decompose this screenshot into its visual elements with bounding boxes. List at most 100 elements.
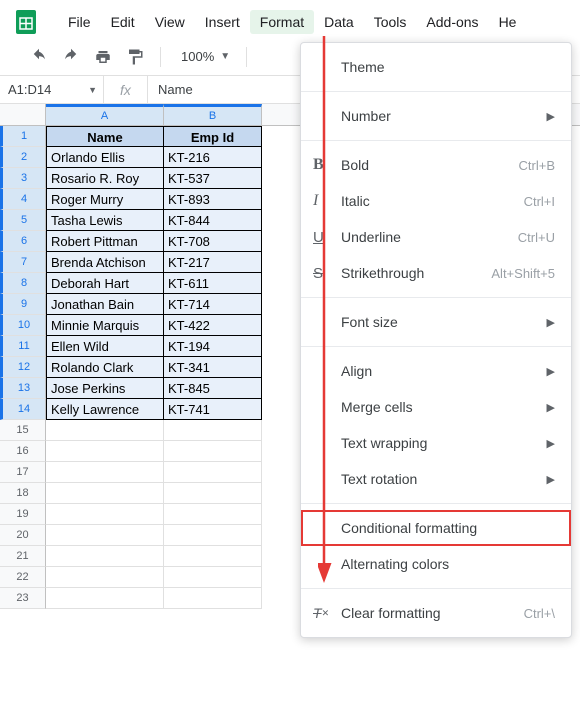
menu-edit[interactable]: Edit xyxy=(101,10,145,34)
row-header[interactable]: 6 xyxy=(0,231,46,252)
row-header[interactable]: 10 xyxy=(0,315,46,336)
row-header[interactable]: 13 xyxy=(0,378,46,399)
row-header[interactable]: 3 xyxy=(0,168,46,189)
redo-button[interactable] xyxy=(56,43,86,71)
cell[interactable] xyxy=(164,546,262,567)
cell[interactable]: KT-708 xyxy=(164,231,262,252)
cell[interactable]: Emp Id xyxy=(164,126,262,147)
row-header[interactable]: 21 xyxy=(0,546,46,567)
cell[interactable]: KT-845 xyxy=(164,378,262,399)
cell[interactable]: Robert Pittman xyxy=(46,231,164,252)
print-button[interactable] xyxy=(88,43,118,71)
name-box[interactable]: A1:D14 ▼ xyxy=(0,76,104,103)
cell[interactable]: Brenda Atchison xyxy=(46,252,164,273)
cell[interactable]: Roger Murry xyxy=(46,189,164,210)
cell[interactable]: KT-714 xyxy=(164,294,262,315)
cell[interactable]: KT-216 xyxy=(164,147,262,168)
cell[interactable]: Minnie Marquis xyxy=(46,315,164,336)
cell[interactable] xyxy=(164,525,262,546)
menu-format[interactable]: Format xyxy=(250,10,314,34)
paint-format-button[interactable] xyxy=(120,43,150,71)
column-header-A[interactable]: A xyxy=(46,104,164,125)
row-header[interactable]: 12 xyxy=(0,357,46,378)
undo-button[interactable] xyxy=(24,43,54,71)
cell[interactable] xyxy=(46,504,164,525)
cell[interactable] xyxy=(46,546,164,567)
menu-align[interactable]: Align ▶ xyxy=(301,353,571,389)
cell[interactable]: Rosario R. Roy xyxy=(46,168,164,189)
row-header[interactable]: 20 xyxy=(0,525,46,546)
cell[interactable]: Jonathan Bain xyxy=(46,294,164,315)
cell[interactable]: KT-844 xyxy=(164,210,262,231)
row-header[interactable]: 14 xyxy=(0,399,46,420)
row-header[interactable]: 11 xyxy=(0,336,46,357)
row-header[interactable]: 23 xyxy=(0,588,46,609)
cell[interactable] xyxy=(164,567,262,588)
cell[interactable]: KT-611 xyxy=(164,273,262,294)
cell[interactable] xyxy=(46,525,164,546)
column-header-B[interactable]: B xyxy=(164,104,262,125)
menu-data[interactable]: Data xyxy=(314,10,364,34)
cell[interactable] xyxy=(46,441,164,462)
menu-he[interactable]: He xyxy=(489,10,527,34)
row-header[interactable]: 9 xyxy=(0,294,46,315)
menu-theme[interactable]: Theme xyxy=(301,49,571,85)
cell[interactable] xyxy=(164,420,262,441)
cell[interactable] xyxy=(46,483,164,504)
menu-conditional-formatting[interactable]: Conditional formatting xyxy=(301,510,571,546)
row-header[interactable]: 18 xyxy=(0,483,46,504)
menu-bold[interactable]: B Bold Ctrl+B xyxy=(301,147,571,183)
menu-number[interactable]: Number ▶ xyxy=(301,98,571,134)
cell[interactable] xyxy=(164,483,262,504)
cell[interactable]: KT-741 xyxy=(164,399,262,420)
menu-tools[interactable]: Tools xyxy=(364,10,417,34)
cell[interactable]: Name xyxy=(46,126,164,147)
cell[interactable]: Tasha Lewis xyxy=(46,210,164,231)
cell[interactable]: Rolando Clark xyxy=(46,357,164,378)
row-header[interactable]: 16 xyxy=(0,441,46,462)
menu-italic[interactable]: I Italic Ctrl+I xyxy=(301,183,571,219)
menu-strikethrough[interactable]: S Strikethrough Alt+Shift+5 xyxy=(301,255,571,291)
cell[interactable]: KT-422 xyxy=(164,315,262,336)
cell[interactable]: Jose Perkins xyxy=(46,378,164,399)
row-header[interactable]: 5 xyxy=(0,210,46,231)
menu-font-size[interactable]: Font size ▶ xyxy=(301,304,571,340)
menu-clear-formatting[interactable]: T✕ Clear formatting Ctrl+\ xyxy=(301,595,571,631)
row-header[interactable]: 2 xyxy=(0,147,46,168)
row-header[interactable]: 22 xyxy=(0,567,46,588)
cell[interactable] xyxy=(46,420,164,441)
cell[interactable]: Orlando Ellis xyxy=(46,147,164,168)
formula-input[interactable]: Name xyxy=(148,82,203,97)
cell[interactable] xyxy=(164,441,262,462)
cell[interactable]: Deborah Hart xyxy=(46,273,164,294)
cell[interactable] xyxy=(46,462,164,483)
cell[interactable]: Ellen Wild xyxy=(46,336,164,357)
row-header[interactable]: 19 xyxy=(0,504,46,525)
row-header[interactable]: 15 xyxy=(0,420,46,441)
select-all-corner[interactable] xyxy=(0,104,46,125)
cell[interactable]: KT-194 xyxy=(164,336,262,357)
row-header[interactable]: 4 xyxy=(0,189,46,210)
cell[interactable]: KT-341 xyxy=(164,357,262,378)
row-header[interactable]: 17 xyxy=(0,462,46,483)
menu-merge-cells[interactable]: Merge cells ▶ xyxy=(301,389,571,425)
row-header[interactable]: 1 xyxy=(0,126,46,147)
cell[interactable] xyxy=(164,588,262,609)
menu-view[interactable]: View xyxy=(145,10,195,34)
cell[interactable]: KT-893 xyxy=(164,189,262,210)
cell[interactable] xyxy=(46,588,164,609)
menu-underline[interactable]: U Underline Ctrl+U xyxy=(301,219,571,255)
cell[interactable]: KT-217 xyxy=(164,252,262,273)
cell[interactable] xyxy=(46,567,164,588)
row-header[interactable]: 7 xyxy=(0,252,46,273)
menu-text-wrapping[interactable]: Text wrapping ▶ xyxy=(301,425,571,461)
zoom-selector[interactable]: 100% ▼ xyxy=(171,49,236,64)
cell[interactable]: KT-537 xyxy=(164,168,262,189)
menu-text-rotation[interactable]: Text rotation ▶ xyxy=(301,461,571,497)
cell[interactable] xyxy=(164,462,262,483)
menu-insert[interactable]: Insert xyxy=(195,10,250,34)
cell[interactable]: Kelly Lawrence xyxy=(46,399,164,420)
cell[interactable] xyxy=(164,504,262,525)
menu-file[interactable]: File xyxy=(58,10,101,34)
menu-add-ons[interactable]: Add-ons xyxy=(416,10,488,34)
